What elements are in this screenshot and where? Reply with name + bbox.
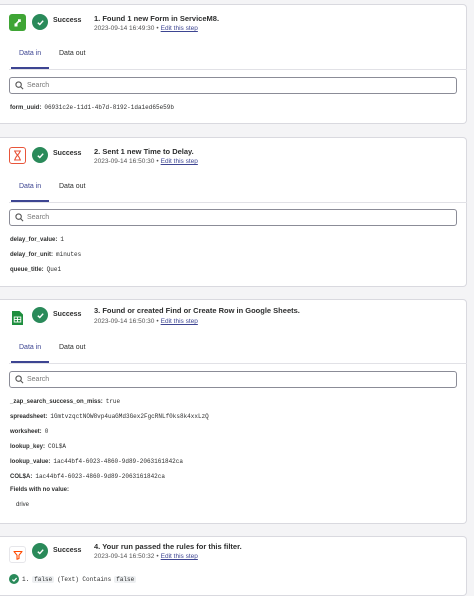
success-check-icon bbox=[32, 14, 48, 30]
field-key: queue_title: bbox=[10, 267, 44, 273]
tab-data-in[interactable]: Data in bbox=[10, 344, 50, 363]
field-value: 06931c2e-11d1-4b7d-8192-1da1ed65e59b bbox=[44, 104, 174, 111]
field-key: spreadsheet: bbox=[10, 414, 48, 420]
tab-bar: Data in Data out bbox=[9, 335, 467, 364]
field-key: delay_for_unit: bbox=[10, 252, 54, 258]
field-row: lookup_key: COL$A bbox=[10, 443, 66, 450]
filter-rule-row: 1. false (Text) Contains false bbox=[9, 574, 137, 584]
edit-step-link[interactable]: Edit this step bbox=[161, 553, 198, 560]
tab-bar: Data in Data out bbox=[9, 41, 467, 70]
field-key: lookup_value: bbox=[10, 459, 51, 465]
field-key: lookup_key: bbox=[10, 444, 46, 450]
search-input[interactable]: Search bbox=[9, 371, 457, 388]
field-key: delay_for_value: bbox=[10, 237, 58, 243]
field-value: minutes bbox=[56, 251, 82, 258]
step-header-3[interactable]: Success 3. Found or created Find or Crea… bbox=[0, 300, 466, 333]
timestamp: 2023-09-14 16:50:30 bbox=[94, 318, 155, 325]
tab-data-out[interactable]: Data out bbox=[59, 344, 85, 351]
field-row: _zap_search_success_on_miss: true bbox=[10, 398, 120, 405]
status-label: Success bbox=[53, 17, 82, 24]
step-meta: 2023-09-14 16:49:30 • Edit this step bbox=[94, 25, 198, 32]
no-value-item: drive bbox=[16, 502, 30, 508]
google-sheets-icon bbox=[9, 309, 26, 326]
timestamp: 2023-09-14 16:50:32 bbox=[94, 553, 155, 560]
success-check-icon bbox=[32, 307, 48, 323]
field-key: COL$A: bbox=[10, 474, 33, 480]
search-input[interactable]: Search bbox=[9, 209, 457, 226]
step-header-4[interactable]: Success 4. Your run passed the rules for… bbox=[0, 537, 466, 570]
field-key: _zap_search_success_on_miss: bbox=[10, 399, 103, 405]
field-value: 1GmtvzqctNOW8vp4uaGMd3Gex2FgcRNLf0ks8k4x… bbox=[50, 413, 209, 420]
step-meta: 2023-09-14 16:50:32 • Edit this step bbox=[94, 553, 198, 560]
success-check-icon bbox=[32, 543, 48, 559]
step-title: 1. Found 1 new Form in ServiceM8. bbox=[94, 14, 220, 23]
edit-step-link[interactable]: Edit this step bbox=[161, 158, 198, 165]
step-card-2: Success 2. Sent 1 new Time to Delay. 202… bbox=[0, 137, 467, 287]
step-header-2[interactable]: Success 2. Sent 1 new Time to Delay. 202… bbox=[0, 138, 466, 171]
field-value: 1ac44bf4-6023-4860-9d89-2063161842ca bbox=[35, 473, 165, 480]
step-card-3: Success 3. Found or created Find or Crea… bbox=[0, 299, 467, 524]
field-row: form_uuid: 06931c2e-11d1-4b7d-8192-1da1ed… bbox=[10, 104, 174, 111]
search-placeholder: Search bbox=[27, 82, 50, 89]
status-label: Success bbox=[53, 311, 82, 318]
field-row: lookup_value: 1ac44bf4-6023-4860-9d89-206… bbox=[10, 458, 183, 465]
edit-step-link[interactable]: Edit this step bbox=[161, 25, 198, 32]
step-title: 2. Sent 1 new Time to Delay. bbox=[94, 147, 194, 156]
tab-bar: Data in Data out bbox=[9, 174, 467, 203]
field-value: true bbox=[105, 398, 121, 405]
rule-left-value: false bbox=[32, 575, 55, 583]
filter-icon bbox=[9, 546, 26, 563]
field-row: spreadsheet: 1GmtvzqctNOW8vp4uaGMd3Gex2Fg… bbox=[10, 413, 209, 420]
delay-hourglass-icon bbox=[9, 147, 26, 164]
field-row: COL$A: 1ac44bf4-6023-4860-9d89-2063161842… bbox=[10, 473, 165, 480]
tab-data-in[interactable]: Data in bbox=[10, 183, 50, 202]
field-key: form_uuid: bbox=[10, 105, 42, 111]
rule-right-value: false bbox=[114, 575, 137, 583]
timestamp: 2023-09-14 16:49:30 bbox=[94, 25, 155, 32]
rule-passed-check-icon bbox=[9, 574, 19, 584]
field-value: 1 bbox=[60, 236, 64, 243]
step-card-4: Success 4. Your run passed the rules for… bbox=[0, 536, 467, 596]
search-input[interactable]: Search bbox=[9, 77, 457, 94]
rule-operator: (Text) Contains bbox=[57, 575, 112, 583]
field-row: delay_for_unit: minutes bbox=[10, 251, 81, 258]
step-title: 4. Your run passed the rules for this fi… bbox=[94, 542, 242, 551]
rule-index: 1. bbox=[22, 575, 30, 583]
search-placeholder: Search bbox=[27, 376, 50, 383]
field-key: worksheet: bbox=[10, 429, 42, 435]
field-row: worksheet: 0 bbox=[10, 428, 48, 435]
field-value: Que1 bbox=[46, 266, 62, 273]
tab-data-out[interactable]: Data out bbox=[59, 50, 85, 57]
field-value: 1ac44bf4-6023-4860-9d89-2063161842ca bbox=[53, 458, 183, 465]
status-label: Success bbox=[53, 547, 82, 554]
step-title: 3. Found or created Find or Create Row i… bbox=[94, 306, 300, 315]
step-meta: 2023-09-14 16:50:30 • Edit this step bbox=[94, 318, 198, 325]
field-value: COL$A bbox=[48, 443, 67, 450]
timestamp: 2023-09-14 16:50:30 bbox=[94, 158, 155, 165]
success-check-icon bbox=[32, 147, 48, 163]
tab-data-out[interactable]: Data out bbox=[59, 183, 85, 190]
step-card-1: Success 1. Found 1 new Form in ServiceM8… bbox=[0, 4, 467, 124]
step-header-1[interactable]: Success 1. Found 1 new Form in ServiceM8… bbox=[0, 5, 466, 38]
tab-data-in[interactable]: Data in bbox=[10, 50, 50, 69]
fields-no-value-heading: Fields with no value: bbox=[10, 487, 69, 493]
field-key: Fields with no value: bbox=[10, 487, 70, 493]
status-label: Success bbox=[53, 150, 82, 157]
search-icon bbox=[15, 81, 24, 90]
search-icon bbox=[15, 213, 24, 222]
search-placeholder: Search bbox=[27, 214, 50, 221]
field-row: queue_title: Que1 bbox=[10, 266, 61, 273]
field-value: 0 bbox=[44, 428, 49, 435]
edit-step-link[interactable]: Edit this step bbox=[161, 318, 198, 325]
servicem8-icon bbox=[9, 14, 26, 31]
step-meta: 2023-09-14 16:50:30 • Edit this step bbox=[94, 158, 198, 165]
field-row: delay_for_value: 1 bbox=[10, 236, 64, 243]
search-icon bbox=[15, 375, 24, 384]
